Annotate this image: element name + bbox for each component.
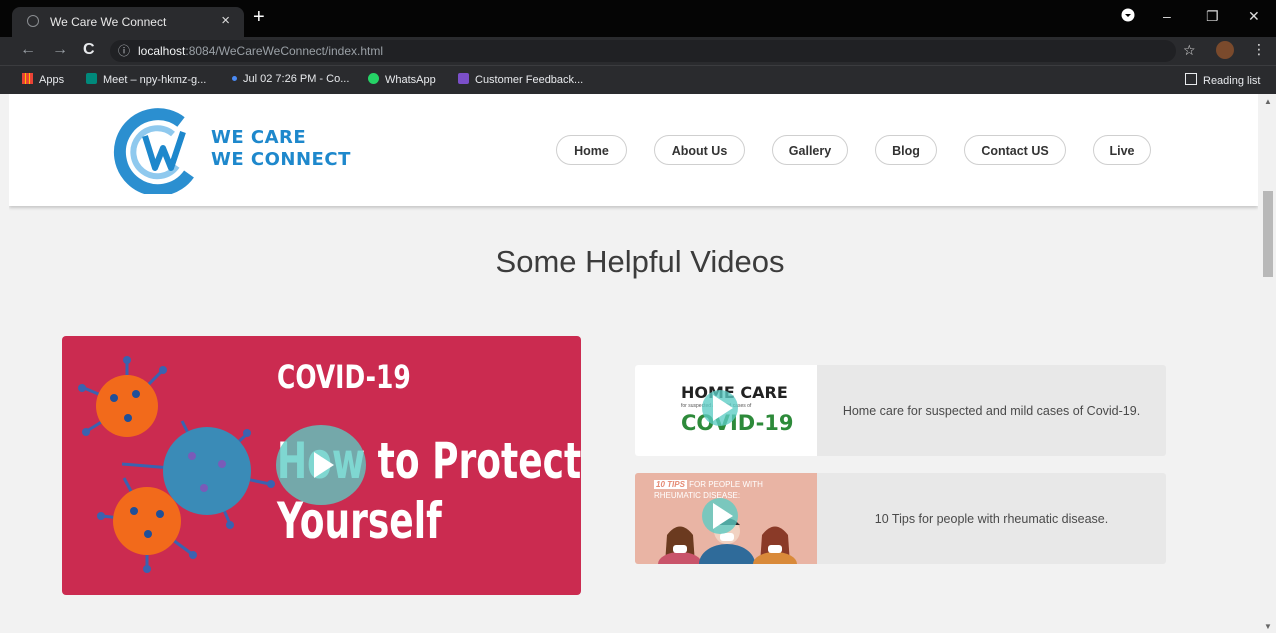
reading-list-button[interactable]: Reading list — [1185, 73, 1260, 87]
section-title: Some Helpful Videos — [495, 244, 785, 279]
brand-line-1: WE CARE — [211, 127, 307, 148]
new-tab-button[interactable]: + — [253, 7, 265, 27]
profile-menu-icon[interactable] — [1121, 8, 1135, 25]
page-scrollbar[interactable]: ▲ ▼ — [1260, 94, 1276, 633]
play-icon[interactable] — [702, 498, 738, 534]
nav-contact-us[interactable]: Contact US — [964, 135, 1066, 165]
video-card[interactable]: HOME CARE for suspected and mild cases o… — [635, 365, 1166, 456]
bookmarks-bar: Apps Meet – npy-hkmz-g... Jul 02 7:26 PM… — [0, 65, 1276, 94]
address-toolbar: ← → C ⓘ localhost:8084/WeCareWeConnect/i… — [0, 37, 1276, 65]
nav-gallery[interactable]: Gallery — [772, 135, 848, 165]
url-host: localhost — [138, 44, 186, 58]
back-icon[interactable]: ← — [20, 41, 36, 59]
video-description[interactable]: 10 Tips for people with rheumatic diseas… — [817, 473, 1166, 564]
bookmark-calendar[interactable]: Jul 02 7:26 PM - Co... — [232, 73, 349, 85]
bookmark-whatsapp[interactable]: WhatsApp — [368, 73, 436, 86]
scroll-down-icon[interactable]: ▼ — [1264, 622, 1272, 631]
site-info-icon[interactable]: ⓘ — [118, 40, 130, 62]
browser-tab[interactable]: We Care We Connect × — [12, 7, 244, 37]
we-care-logo-icon[interactable] — [109, 106, 204, 194]
globe-icon — [27, 15, 39, 27]
nav-blog[interactable]: Blog — [875, 135, 937, 165]
page-viewport: WE CARE WE CONNECT Home About Us Gallery… — [9, 94, 1258, 633]
featured-video-title: COVID-19 — [277, 358, 411, 396]
brand-name[interactable]: WE CARE WE CONNECT — [211, 127, 351, 171]
tab-title: We Care We Connect — [50, 15, 167, 29]
bookmark-star-icon[interactable]: ☆ — [1183, 42, 1196, 59]
profile-avatar[interactable] — [1216, 41, 1234, 59]
play-icon[interactable] — [702, 390, 738, 426]
video-thumbnail[interactable]: 10 TIPS FOR PEOPLE WITH RHEUMATIC DISEAS… — [635, 473, 817, 564]
whatsapp-icon — [368, 73, 379, 84]
forms-icon — [458, 73, 469, 84]
brand-line-2: WE CONNECT — [211, 149, 351, 170]
meet-icon — [86, 73, 97, 84]
dot-icon — [232, 76, 237, 81]
browser-tab-strip: We Care We Connect × + – ❐ ✕ — [0, 0, 1276, 37]
close-tab-icon[interactable]: × — [221, 12, 230, 29]
browser-menu-icon[interactable]: ⋮ — [1252, 41, 1266, 58]
video-card[interactable]: 10 TIPS FOR PEOPLE WITH RHEUMATIC DISEAS… — [635, 473, 1166, 564]
nav-live[interactable]: Live — [1093, 135, 1151, 165]
scroll-up-icon[interactable]: ▲ — [1264, 97, 1272, 106]
featured-video[interactable]: COVID-19 How to Protect Yourself — [62, 336, 581, 595]
nav-about-us[interactable]: About Us — [654, 135, 745, 165]
reading-list-icon — [1185, 73, 1197, 85]
minimize-icon[interactable]: – — [1163, 8, 1171, 24]
apps-grid-icon — [22, 73, 33, 84]
forward-icon[interactable]: → — [52, 41, 68, 59]
thumb-covid: COVID-19 — [681, 411, 794, 435]
reload-icon[interactable]: C — [83, 41, 95, 59]
play-icon[interactable] — [276, 425, 366, 505]
site-header: WE CARE WE CONNECT Home About Us Gallery… — [9, 94, 1258, 206]
restore-icon[interactable]: ❐ — [1206, 8, 1219, 25]
url-path: :8084/WeCareWeConnect/index.html — [185, 44, 384, 58]
virus-illustration — [78, 356, 275, 573]
nav-home[interactable]: Home — [556, 135, 627, 165]
video-thumbnail[interactable]: HOME CARE for suspected and mild cases o… — [635, 365, 817, 456]
bookmark-meet[interactable]: Meet – npy-hkmz-g... — [86, 73, 206, 86]
bookmark-apps[interactable]: Apps — [22, 73, 64, 86]
url-bar[interactable]: ⓘ localhost:8084/WeCareWeConnect/index.h… — [110, 40, 1176, 62]
scrollbar-thumb[interactable] — [1263, 191, 1273, 277]
window-close-icon[interactable]: ✕ — [1248, 8, 1260, 25]
bookmark-customer-feedback[interactable]: Customer Feedback... — [458, 73, 583, 86]
video-description[interactable]: Home care for suspected and mild cases o… — [817, 365, 1166, 456]
